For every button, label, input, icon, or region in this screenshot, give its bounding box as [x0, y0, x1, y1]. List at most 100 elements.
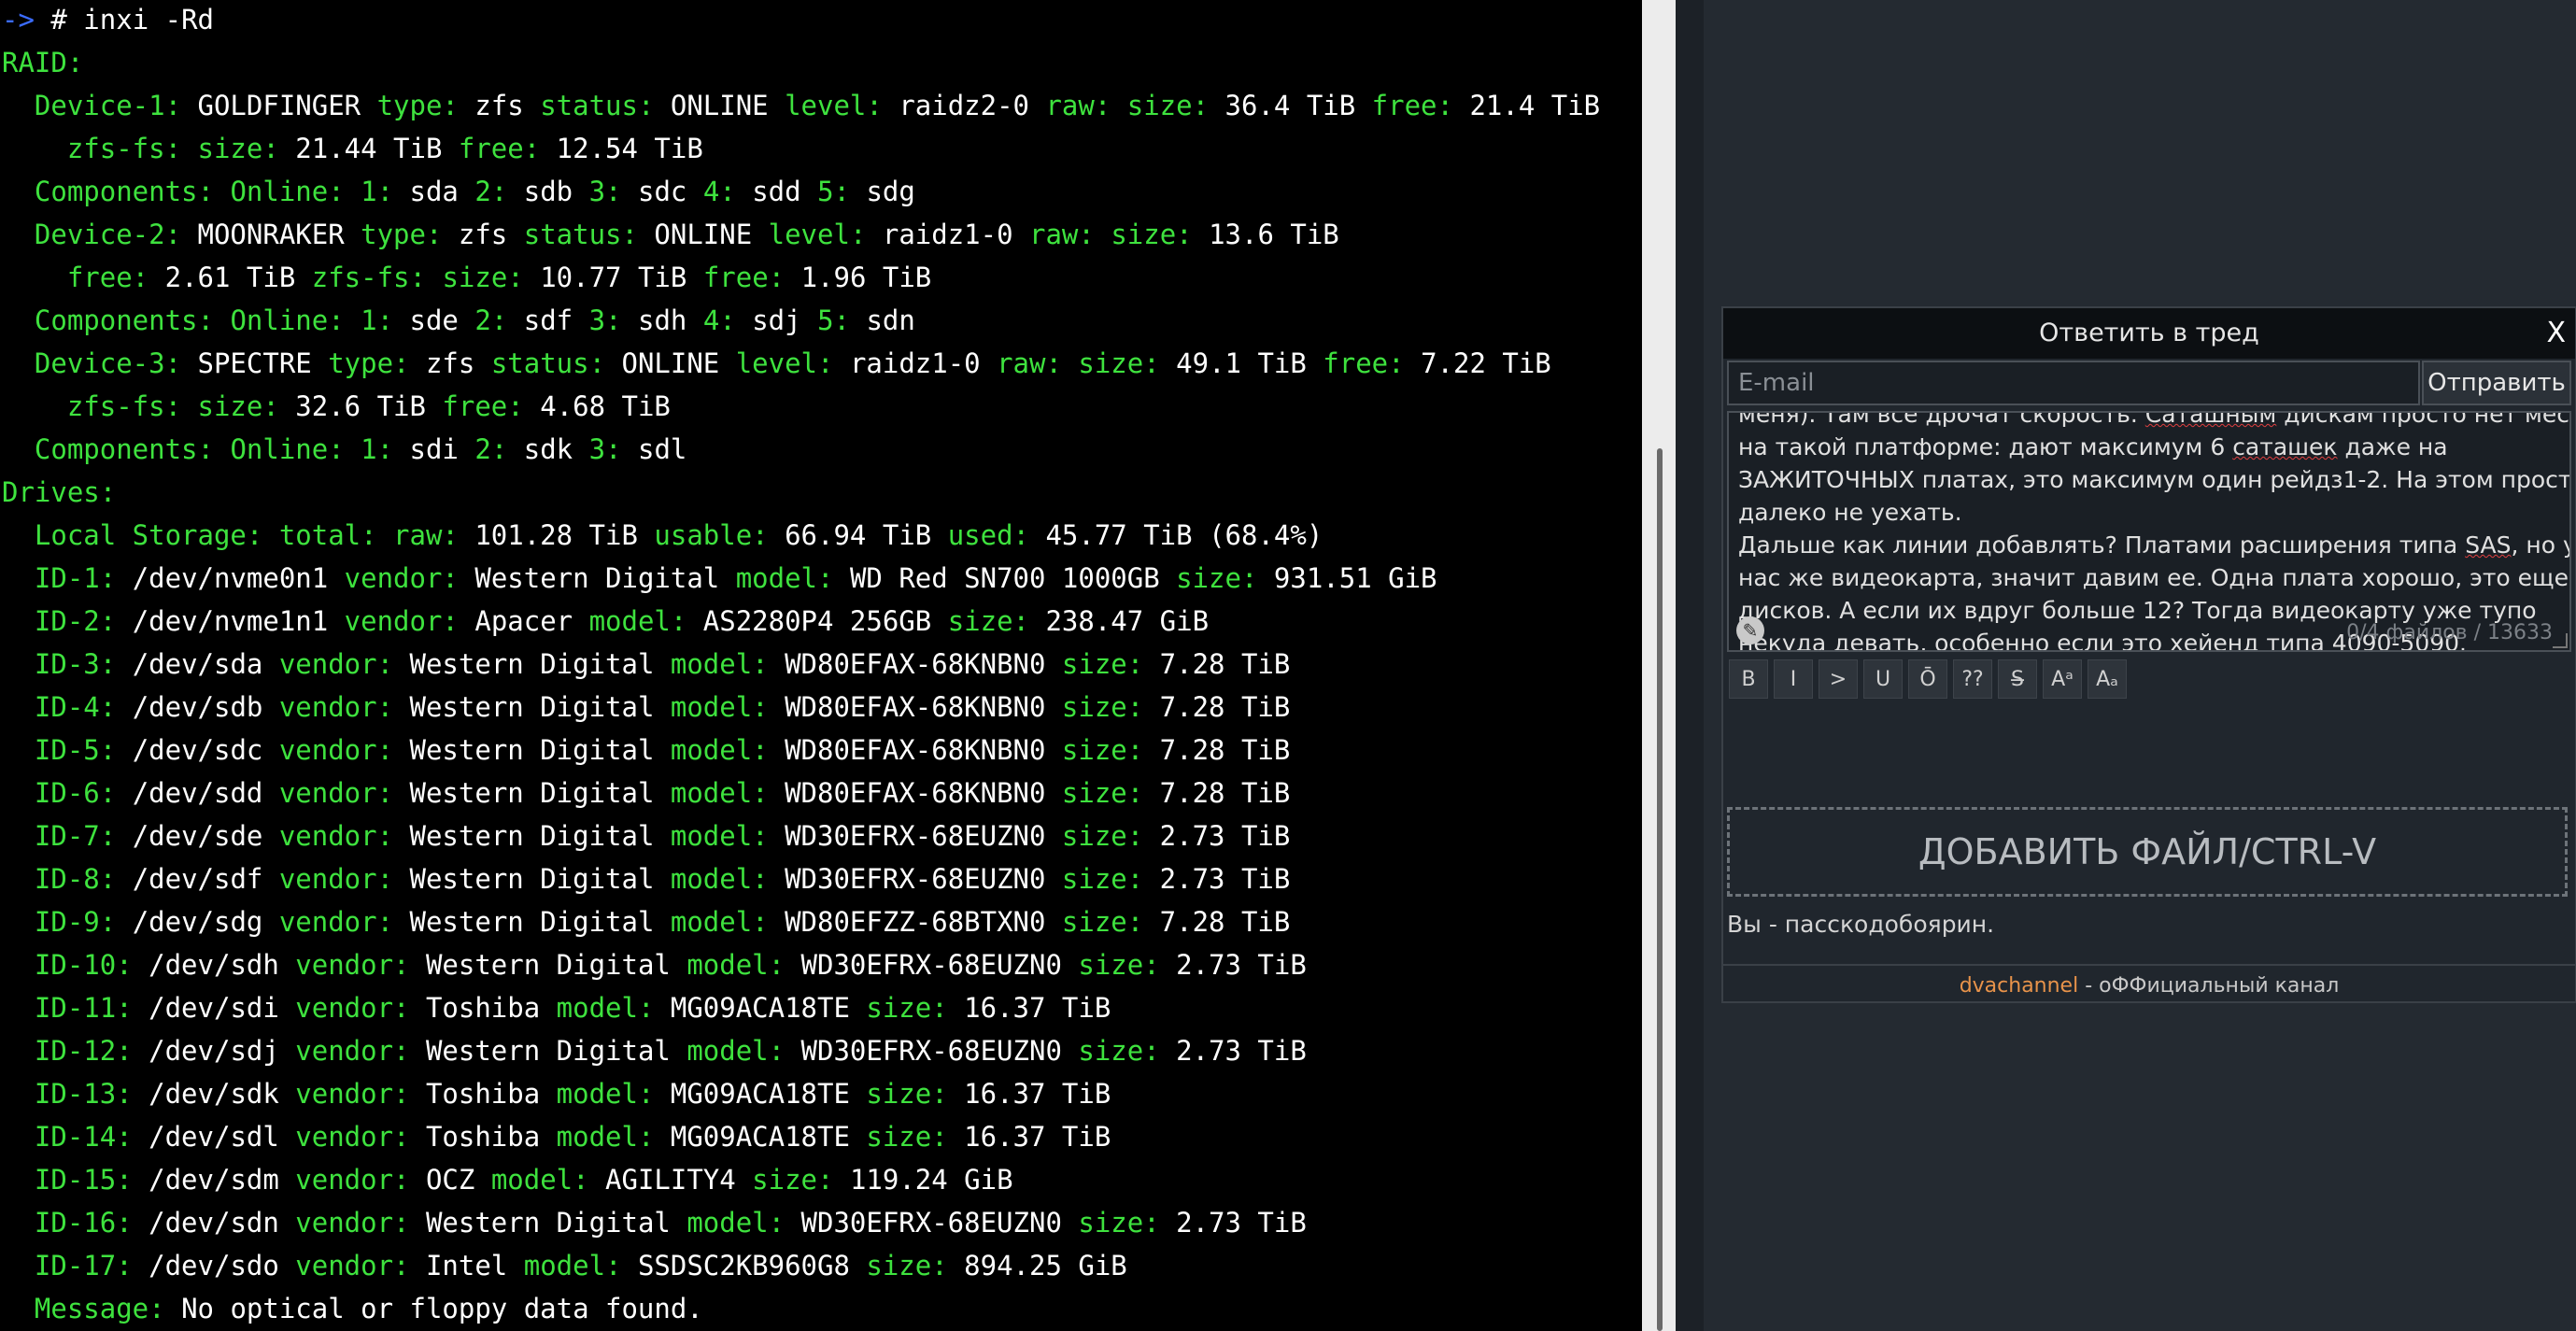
- terminal-key: 2:: [474, 433, 524, 465]
- terminal-line: ID-13: /dev/sdk vendor: Toshiba model: M…: [2, 1072, 1600, 1115]
- message-text: меня). Там все дрочат скорость. Саташным…: [1738, 411, 2569, 650]
- terminal-value: /dev/sda: [132, 648, 279, 680]
- subscript-button[interactable]: Aₐ: [2088, 659, 2127, 699]
- terminal-line: ID-4: /dev/sdb vendor: Western Digital m…: [2, 686, 1600, 729]
- terminal-key: raw:: [997, 347, 1079, 379]
- message-line: Дальше как линии добавлять? Платами расш…: [1738, 529, 2569, 561]
- terminal-key: size:: [1078, 949, 1177, 981]
- terminal-line: ID-8: /dev/sdf vendor: Western Digital m…: [2, 857, 1600, 900]
- resize-grip-icon[interactable]: [2553, 633, 2568, 648]
- strike-button[interactable]: S̶: [1998, 659, 2037, 699]
- terminal-key: model:: [490, 1164, 606, 1196]
- terminal-value: /dev/sdj: [149, 1035, 296, 1067]
- terminal-key: 4:: [702, 176, 753, 207]
- terminal-window[interactable]: -> # inxi -Rd RAID: Device-1: GOLDFINGER …: [0, 0, 1642, 1331]
- terminal-line: Components: Online: 1: sde 2: sdf 3: sdh…: [2, 299, 1600, 342]
- terminal-value: sdg: [866, 176, 915, 207]
- terminal-value: MG09ACA18TE: [670, 992, 867, 1024]
- terminal-value: Western Digital: [474, 562, 736, 594]
- terminal-value: WD30EFRX-68EUZN0: [785, 820, 1062, 852]
- terminal-value: 7.28 TiB: [1159, 734, 1291, 766]
- terminal-key: model:: [556, 1078, 671, 1110]
- underline-button[interactable]: U: [1863, 659, 1903, 699]
- terminal-value: Western Digital: [409, 777, 671, 809]
- message-line: ЗАЖИТОЧНЫХ платах, это максимум один рей…: [1738, 463, 2569, 496]
- file-dropzone[interactable]: ДОБАВИТЬ ФАЙЛ/CTRL-V: [1727, 807, 2568, 897]
- terminal-key: model:: [670, 734, 786, 766]
- message-line: меня). Там все дрочат скорость. Саташным…: [1738, 411, 2569, 431]
- terminal-key: Device-2:: [2, 219, 198, 250]
- terminal-key: 2:: [474, 304, 524, 336]
- terminal-value: Western Digital: [409, 734, 671, 766]
- reply-form-title: Ответить в тред: [2039, 319, 2259, 347]
- email-field[interactable]: [1727, 361, 2420, 405]
- spoiler-button[interactable]: ??: [1953, 659, 1992, 699]
- terminal-value: sdn: [866, 304, 915, 336]
- terminal-key: model:: [670, 820, 786, 852]
- message-line: далеко не уехать.: [1738, 496, 2551, 529]
- terminal-line: Drives:: [2, 471, 1600, 514]
- terminal-key: 4:: [702, 304, 753, 336]
- message-fragment: меня). Там все дрочат скорость.: [1738, 411, 2145, 428]
- terminal-line: Components: Online: 1: sdi 2: sdk 3: sdl: [2, 428, 1600, 471]
- terminal-value: Toshiba: [425, 992, 557, 1024]
- prompt-arrow: ->: [2, 4, 51, 35]
- terminal-value: WD80EFZZ-68BTXN0: [785, 906, 1062, 938]
- terminal-key: ID-11:: [2, 992, 149, 1024]
- terminal-value: raidz1-0: [849, 347, 998, 379]
- terminal-key: vendor:: [295, 992, 426, 1024]
- message-textarea[interactable]: меня). Там все дрочат скорость. Саташным…: [1727, 411, 2571, 652]
- terminal-value: Toshiba: [425, 1078, 557, 1110]
- italic-button[interactable]: I: [1774, 659, 1813, 699]
- reply-form-header[interactable]: Ответить в тред X: [1723, 308, 2575, 359]
- footer-link[interactable]: dvachannel: [1960, 974, 2079, 998]
- terminal-value: /dev/sdg: [132, 906, 279, 938]
- terminal-key: size:: [866, 1121, 965, 1153]
- terminal-key: size:: [866, 1078, 965, 1110]
- attach-icon[interactable]: ✎: [1736, 616, 1764, 644]
- terminal-key: size:: [947, 605, 1046, 637]
- terminal-key: 1:: [361, 304, 410, 336]
- send-button[interactable]: Отправить: [2422, 361, 2571, 405]
- terminal-value: sdb: [523, 176, 589, 207]
- terminal-value: /dev/sdl: [149, 1121, 296, 1153]
- quote-button[interactable]: >: [1819, 659, 1858, 699]
- terminal-key: level:: [735, 347, 850, 379]
- close-icon[interactable]: X: [2546, 308, 2566, 359]
- terminal-line: RAID:: [2, 41, 1600, 84]
- superscript-button[interactable]: Aᵃ: [2043, 659, 2082, 699]
- terminal-key: Components:: [2, 176, 231, 207]
- bold-button[interactable]: B: [1729, 659, 1768, 699]
- terminal-value: 931.51 GiB: [1273, 562, 1437, 594]
- terminal-line: free: 2.61 TiB zfs-fs: size: 10.77 TiB f…: [2, 256, 1600, 299]
- terminal-line: Device-1: GOLDFINGER type: zfs status: O…: [2, 84, 1600, 127]
- terminal-value: /dev/sdm: [149, 1164, 296, 1196]
- misspelled-word: Саташным: [2144, 411, 2277, 428]
- terminal-key: Components:: [2, 433, 231, 465]
- terminal-value: raidz1-0: [882, 219, 1029, 250]
- terminal-key: ID-13:: [2, 1078, 149, 1110]
- terminal-value: WD80EFAX-68KNBN0: [785, 777, 1062, 809]
- terminal-key: level:: [785, 90, 899, 121]
- user-status: Вы - пасскодобоярин.: [1727, 911, 1995, 938]
- terminal-value: 21.4 TiB: [1469, 90, 1601, 121]
- terminal-value: zfs: [474, 90, 541, 121]
- terminal-key: model:: [670, 863, 786, 895]
- scrollbar-thumb[interactable]: [1657, 448, 1663, 1331]
- terminal-value: WD80EFAX-68KNBN0: [785, 691, 1062, 723]
- terminal-line: ID-16: /dev/sdn vendor: Western Digital …: [2, 1201, 1600, 1244]
- terminal-value: 21.44 TiB: [295, 133, 459, 164]
- terminal-key: size:: [1111, 219, 1210, 250]
- terminal-key: ID-4:: [2, 691, 133, 723]
- terminal-key: size:: [1126, 90, 1225, 121]
- overline-button[interactable]: Ō: [1908, 659, 1947, 699]
- terminal-value: MG09ACA18TE: [670, 1121, 867, 1153]
- terminal-key: raw:: [393, 519, 475, 551]
- terminal-value: 16.37 TiB: [964, 1078, 1111, 1110]
- terminal-key: model:: [735, 562, 850, 594]
- terminal-key: zfs-fs:: [311, 262, 443, 293]
- terminal-key: Local Storage:: [2, 519, 279, 551]
- terminal-key: model:: [556, 1121, 671, 1153]
- terminal-value: 119.24 GiB: [849, 1164, 1013, 1196]
- terminal-value: /dev/nvme0n1: [132, 562, 345, 594]
